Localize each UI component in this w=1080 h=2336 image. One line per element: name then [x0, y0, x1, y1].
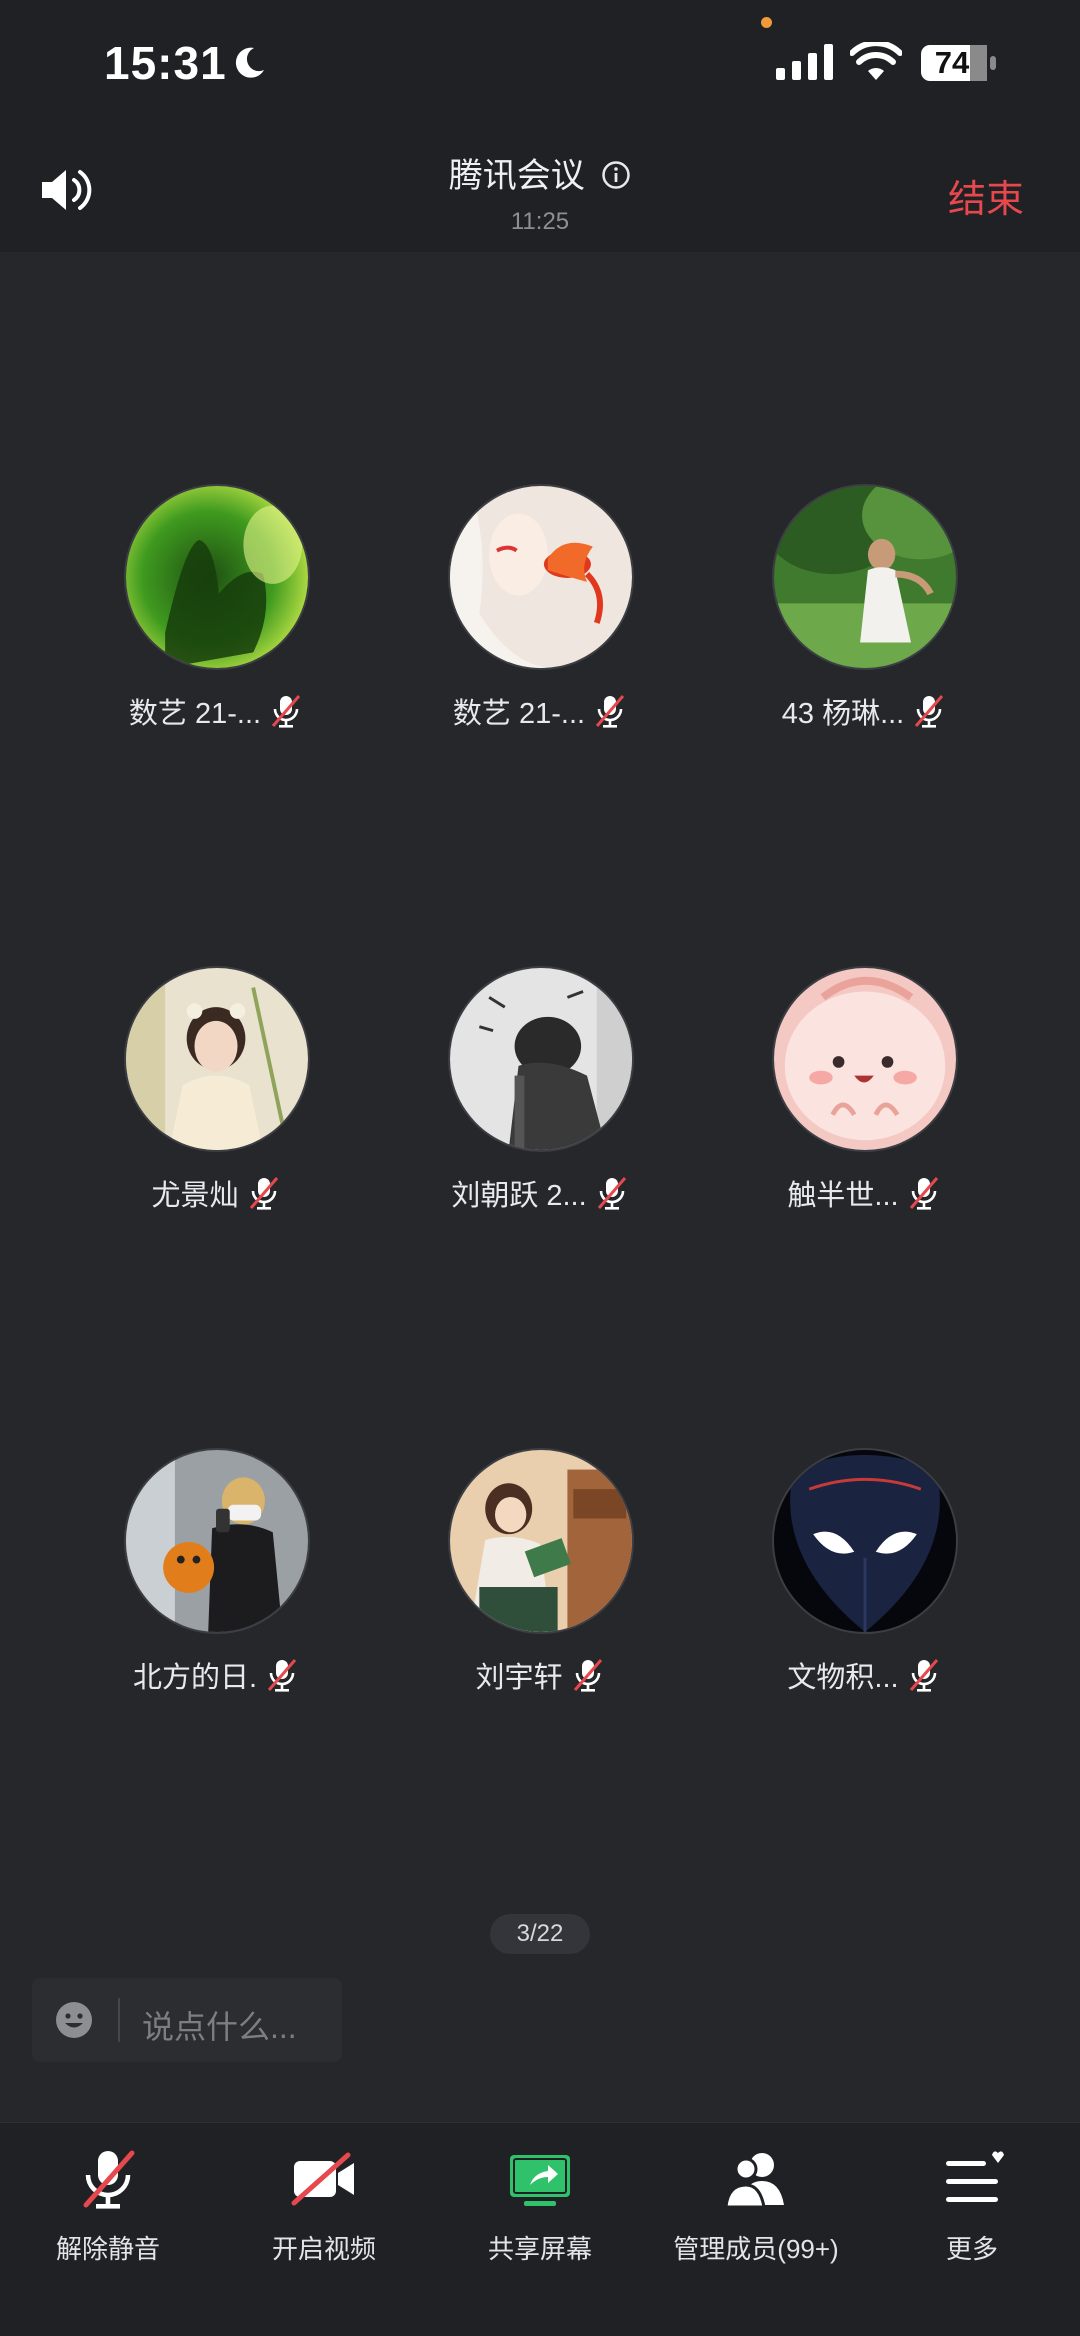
participant-tile[interactable]: 刘宇轩	[380, 1448, 700, 1708]
participant-grid: 数艺 21-... 数艺 21-... 43 杨琳... 尤景灿 刘朝跃 2..…	[0, 252, 1080, 1732]
participant-tile[interactable]: 刘朝跃 2...	[380, 966, 700, 1226]
participant-name-row: 刘宇轩	[380, 1654, 700, 1696]
unmute-button[interactable]: 解除静音	[0, 2147, 216, 2287]
chat-placeholder: 说点什么...	[142, 2009, 297, 2045]
battery-level: 74	[934, 45, 970, 80]
participant-name: 刘宇轩	[475, 1662, 563, 1694]
meeting-duration: 11:25	[510, 208, 570, 235]
mic-muted-icon	[83, 2150, 135, 2209]
avatar	[124, 1448, 310, 1634]
avatar	[124, 966, 310, 1152]
meeting-title: 腾讯会议	[448, 157, 585, 195]
cellular-signal-icon	[776, 44, 833, 80]
mic-muted-icon	[915, 695, 944, 728]
participant-name-row: 43 杨琳...	[704, 690, 1024, 732]
mic-muted-icon	[249, 1177, 278, 1210]
unmute-label: 解除静音	[55, 2234, 160, 2264]
participant-name-row: 尤景灿	[56, 1172, 376, 1214]
mic-muted-icon	[909, 1177, 938, 1210]
info-icon[interactable]	[601, 160, 631, 190]
participant-name-row: 文物积...	[704, 1654, 1024, 1696]
start-video-button[interactable]: 开启视频	[216, 2147, 432, 2287]
menu-icon	[946, 2151, 1004, 2202]
avatar	[772, 1448, 958, 1634]
avatar	[124, 484, 310, 670]
wifi-icon	[850, 42, 902, 80]
more-label: 更多	[945, 2234, 998, 2264]
manage-members-label: 管理成员(99+)	[673, 2234, 839, 2264]
end-meeting-button[interactable]: 结束	[948, 168, 1024, 223]
mic-muted-icon	[597, 1177, 626, 1210]
participant-name-row: 触半世...	[704, 1172, 1024, 1214]
avatar	[772, 966, 958, 1152]
start-video-label: 开启视频	[271, 2234, 376, 2264]
mic-muted-icon	[267, 1659, 297, 1692]
more-button[interactable]: 更多	[864, 2147, 1080, 2287]
moon-icon	[235, 47, 264, 78]
page-indicator: 3/22	[490, 1914, 590, 1954]
participant-name: 尤景灿	[151, 1180, 239, 1212]
participant-name: 43 杨琳...	[781, 698, 905, 730]
privacy-indicator-dot	[761, 17, 772, 28]
share-screen-icon	[510, 2155, 570, 2206]
participant-tile[interactable]: 触半世...	[704, 966, 1024, 1226]
participant-name: 北方的日.	[132, 1662, 258, 1694]
participant-tile[interactable]: 北方的日.	[56, 1448, 376, 1708]
participant-name: 数艺 21-...	[128, 698, 262, 730]
avatar	[772, 484, 958, 670]
avatar	[448, 966, 634, 1152]
participant-tile[interactable]: 文物积...	[704, 1448, 1024, 1708]
avatar	[448, 1448, 634, 1634]
participant-tile[interactable]: 尤景灿	[56, 966, 376, 1226]
participant-name: 数艺 21-...	[452, 698, 586, 730]
participant-name: 刘朝跃 2...	[451, 1180, 587, 1212]
meeting-title-wrap[interactable]: 腾讯会议	[0, 148, 1080, 197]
chat-input[interactable]: 说点什么...	[32, 1978, 342, 2062]
mic-muted-icon	[271, 695, 301, 728]
participant-name-row: 刘朝跃 2...	[380, 1172, 700, 1214]
participant-tile[interactable]: 43 杨琳...	[704, 484, 1024, 744]
emoji-icon[interactable]	[54, 2000, 94, 2040]
participant-name-row: 北方的日.	[56, 1654, 376, 1696]
avatar	[448, 484, 634, 670]
participant-tile[interactable]: 数艺 21-...	[380, 484, 700, 744]
participant-name-row: 数艺 21-...	[56, 690, 376, 732]
participant-name: 触半世...	[787, 1180, 899, 1212]
video-off-icon	[291, 2152, 354, 2206]
participant-name: 文物积...	[787, 1662, 899, 1694]
status-bar: 15:31 74	[0, 0, 1080, 120]
participant-name-row: 数艺 21-...	[380, 690, 700, 732]
chat-divider	[118, 1998, 120, 2042]
status-time: 15:31	[104, 37, 227, 89]
mic-muted-icon	[573, 1659, 602, 1692]
manage-members-button[interactable]: 管理成员(99+)	[648, 2147, 864, 2287]
meeting-header: 腾讯会议 11:25 结束	[0, 120, 1080, 252]
participant-tile[interactable]: 数艺 21-...	[56, 484, 376, 744]
mic-muted-icon	[595, 695, 625, 728]
share-screen-button[interactable]: 共享屏幕	[432, 2147, 648, 2287]
members-icon	[724, 2153, 784, 2209]
share-screen-label: 共享屏幕	[487, 2234, 592, 2264]
mic-muted-icon	[909, 1659, 938, 1692]
bottom-toolbar: 解除静音 开启视频 共享屏幕 管理成员(99+) 更多	[0, 2122, 1080, 2336]
